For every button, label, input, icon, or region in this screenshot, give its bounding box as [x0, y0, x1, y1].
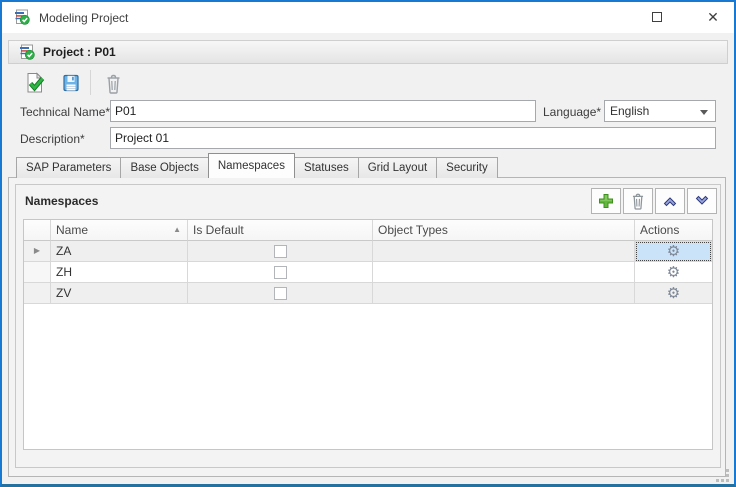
- tab-strip: SAP Parameters Base Objects Namespaces S…: [16, 153, 497, 178]
- titlebar: Modeling Project ✕: [2, 2, 734, 33]
- toolbar-separator: [90, 70, 91, 95]
- close-button[interactable]: ✕: [696, 2, 730, 32]
- move-up-button[interactable]: [655, 188, 685, 214]
- expand-icon[interactable]: ▶: [34, 247, 40, 255]
- tab-page-namespaces: Namespaces: [8, 177, 726, 477]
- is-default-cell[interactable]: [188, 283, 373, 304]
- column-header-actions[interactable]: Actions: [635, 220, 712, 241]
- description-input[interactable]: [110, 127, 716, 149]
- row-indicator: [24, 262, 51, 283]
- close-icon: ✕: [707, 10, 719, 24]
- trash-icon: [630, 192, 646, 210]
- namespaces-grid: Name ▲ Is Default Object Types Actions ▶…: [23, 219, 713, 450]
- language-value: English: [610, 104, 649, 118]
- modeling-project-dialog: Modeling Project ✕ Project : P01: [0, 0, 736, 487]
- maximize-icon: [652, 12, 662, 22]
- technical-name-label: Technical Name*: [20, 105, 110, 119]
- table-row[interactable]: ZV ⚙: [24, 283, 712, 304]
- toolbar: [8, 66, 728, 98]
- checkbox[interactable]: [274, 245, 287, 258]
- project-header: Project : P01: [8, 40, 728, 64]
- actions-cell[interactable]: ⚙: [635, 241, 712, 262]
- is-default-cell[interactable]: [188, 262, 373, 283]
- tab-grid-layout[interactable]: Grid Layout: [358, 157, 437, 178]
- object-types-cell[interactable]: [373, 241, 635, 262]
- add-namespace-button[interactable]: [591, 188, 621, 214]
- move-down-button[interactable]: [687, 188, 717, 214]
- name-cell[interactable]: ZV: [51, 283, 188, 304]
- chevron-down-icon: [694, 193, 710, 209]
- description-label: Description*: [20, 132, 85, 146]
- row-indicator-header: [24, 220, 51, 241]
- language-label: Language*: [543, 105, 601, 119]
- app-icon: [14, 9, 30, 28]
- name-cell[interactable]: ZH: [51, 262, 188, 283]
- panel-title: Namespaces: [25, 194, 98, 208]
- object-types-cell[interactable]: [373, 283, 635, 304]
- project-icon: [19, 44, 35, 60]
- save-icon: [61, 73, 81, 93]
- table-row[interactable]: ZH ⚙: [24, 262, 712, 283]
- column-header-name[interactable]: Name ▲: [51, 220, 188, 241]
- column-header-object-types[interactable]: Object Types: [373, 220, 635, 241]
- save-button[interactable]: [58, 70, 84, 96]
- panel-buttons: [591, 188, 717, 214]
- is-default-cell[interactable]: [188, 241, 373, 262]
- checkbox[interactable]: [274, 266, 287, 279]
- row-indicator: ▶: [24, 241, 51, 262]
- technical-name-input[interactable]: [110, 100, 536, 122]
- chevron-up-icon: [662, 193, 678, 209]
- checkbox[interactable]: [274, 287, 287, 300]
- sort-ascending-icon: ▲: [173, 226, 181, 234]
- tab-statuses[interactable]: Statuses: [294, 157, 359, 178]
- project-title: Project : P01: [43, 45, 116, 59]
- maximize-button[interactable]: [640, 2, 674, 32]
- object-types-cell[interactable]: [373, 262, 635, 283]
- gear-icon[interactable]: ⚙: [667, 244, 680, 259]
- tab-namespaces[interactable]: Namespaces: [208, 153, 295, 178]
- plus-icon: [598, 193, 614, 209]
- namespaces-panel: Namespaces: [15, 184, 721, 468]
- actions-cell[interactable]: ⚙: [635, 262, 712, 283]
- delete-button[interactable]: [100, 70, 126, 96]
- gear-icon[interactable]: ⚙: [667, 265, 680, 280]
- tab-sap-parameters[interactable]: SAP Parameters: [16, 157, 121, 178]
- table-row[interactable]: ▶ ZA ⚙: [24, 241, 712, 262]
- tab-security[interactable]: Security: [436, 157, 498, 178]
- window-title: Modeling Project: [39, 11, 128, 25]
- name-cell[interactable]: ZA: [51, 241, 188, 262]
- validate-button[interactable]: [22, 70, 48, 96]
- trash-icon: [104, 73, 123, 94]
- validate-icon: [24, 72, 46, 94]
- language-select[interactable]: English: [604, 100, 716, 122]
- dropdown-icon: [700, 110, 708, 115]
- row-indicator: [24, 283, 51, 304]
- grid-header: Name ▲ Is Default Object Types Actions: [24, 220, 712, 241]
- gear-icon[interactable]: ⚙: [667, 286, 680, 301]
- tab-base-objects[interactable]: Base Objects: [120, 157, 208, 178]
- column-header-is-default[interactable]: Is Default: [188, 220, 373, 241]
- delete-namespace-button[interactable]: [623, 188, 653, 214]
- actions-cell[interactable]: ⚙: [635, 283, 712, 304]
